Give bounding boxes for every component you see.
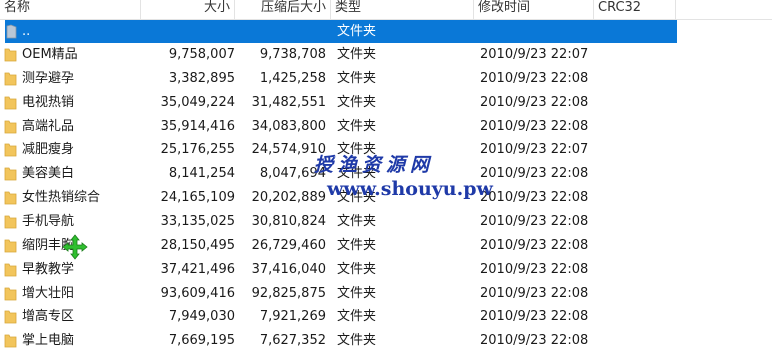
folder-size: 9,758,007 [168, 47, 235, 62]
parent-folder-label: .. [22, 24, 31, 39]
folder-row[interactable]: 增大壮阳 93,609,416 92,825,875 文件夹 2010/9/23 22:… [0, 282, 772, 305]
folder-type: 文件夹 [337, 237, 377, 253]
folder-modified: 2010/9/23 22:08 [480, 237, 589, 253]
folder-type: 文件夹 [337, 285, 377, 301]
folder-name: 掌上电脑 [22, 333, 75, 349]
parent-folder-type: 文件夹 [337, 24, 377, 39]
folder-name: 电视热销 [22, 94, 75, 110]
folder-type: 文件夹 [337, 47, 377, 62]
folder-icon [4, 310, 17, 324]
folder-row[interactable]: 缩阴丰胸 28,150,495 26,729,460 文件夹 2010/9/23 22:… [0, 234, 772, 257]
folder-modified: 2010/9/23 22:08 [480, 285, 589, 301]
folder-size: 24,165,109 [160, 190, 235, 206]
folder-name: 手机导航 [22, 213, 75, 229]
folder-icon [4, 239, 17, 253]
folder-size: 33,135,025 [160, 213, 235, 229]
folder-size: 7,669,195 [168, 333, 235, 349]
folder-row[interactable]: 测孕避孕 3,382,895 1,425,258 文件夹 2010/9/23 22:08 [0, 67, 772, 90]
column-header-name[interactable]: 名称 [0, 0, 141, 19]
column-header-size[interactable]: 大小 [141, 0, 235, 19]
folder-row[interactable]: 增高专区 7,949,030 7,921,269 文件夹 2010/9/23 22:08 [0, 305, 772, 328]
parent-folder-row[interactable]: .. 文件夹 [0, 20, 772, 43]
folder-name: 减肥瘦身 [22, 142, 75, 158]
folder-icon [4, 96, 17, 110]
folder-type: 文件夹 [337, 213, 377, 229]
folder-icon [4, 72, 17, 86]
folder-packed-size: 92,825,875 [251, 285, 326, 301]
folder-packed-size: 30,810,824 [251, 213, 326, 229]
move-cursor-icon [62, 234, 88, 260]
folder-packed-size: 31,482,551 [251, 94, 326, 110]
folder-type: 文件夹 [337, 118, 377, 134]
folder-size: 8,141,254 [168, 166, 235, 182]
folder-icon [4, 215, 17, 229]
column-header-bar: 名称 大小 压缩后大小 类型 修改时间 CRC32 [0, 0, 772, 20]
folder-type: 文件夹 [337, 261, 377, 277]
folder-name: 早教教学 [22, 261, 75, 277]
folder-modified: 2010/9/23 22:08 [480, 70, 589, 86]
folder-name: OEM精品 [22, 47, 78, 62]
folder-icon [4, 263, 17, 277]
folder-size: 7,949,030 [168, 309, 235, 325]
folder-modified: 2010/9/23 22:08 [480, 94, 589, 110]
folder-row[interactable]: 掌上电脑 7,669,195 7,627,352 文件夹 2010/9/23 22:08 [0, 329, 772, 352]
folder-packed-size: 26,729,460 [251, 237, 326, 253]
folder-size: 35,049,224 [160, 94, 235, 110]
folder-icon [4, 334, 17, 348]
folder-packed-size: 1,425,258 [259, 70, 326, 86]
folder-name: 测孕避孕 [22, 70, 75, 86]
folder-modified: 2010/9/23 22:08 [480, 213, 589, 229]
folder-packed-size: 7,921,269 [259, 309, 326, 325]
folder-icon [4, 167, 17, 181]
folder-type: 文件夹 [337, 94, 377, 110]
column-header-packed-size[interactable]: 压缩后大小 [235, 0, 331, 19]
folder-modified: 2010/9/23 22:08 [480, 261, 589, 277]
folder-modified: 2010/9/23 22:08 [480, 309, 589, 325]
folder-icon [4, 287, 17, 300]
column-header-type[interactable]: 类型 [331, 0, 474, 19]
folder-packed-size: 34,083,800 [251, 118, 326, 134]
folder-name: 美容美白 [22, 166, 75, 182]
folder-name: 女性热销综合 [22, 190, 101, 206]
folder-packed-size: 7,627,352 [259, 333, 326, 349]
folder-packed-size: 37,416,040 [251, 261, 326, 277]
folder-modified: 2010/9/23 22:07 [480, 47, 589, 62]
folder-name: 增高专区 [22, 309, 75, 325]
folder-size: 93,609,416 [160, 285, 235, 301]
watermark-url: www.shouyu.pw [327, 178, 493, 200]
folder-size: 28,150,495 [160, 237, 235, 253]
folder-size: 25,176,255 [160, 142, 235, 158]
folder-type: 文件夹 [337, 309, 377, 325]
folder-icon [4, 120, 17, 133]
folder-modified: 2010/9/23 22:08 [480, 333, 589, 349]
watermark: 授渔资源网 www.shouyu.pw [290, 150, 550, 210]
folder-size: 3,382,895 [168, 70, 235, 86]
folder-packed-size: 9,738,708 [259, 47, 326, 62]
folder-size: 37,421,496 [160, 261, 235, 277]
folder-size: 35,914,416 [160, 118, 235, 134]
column-header-modified[interactable]: 修改时间 [474, 0, 594, 19]
folder-icon [4, 191, 17, 205]
folder-row[interactable]: 电视热销 35,049,224 31,482,551 文件夹 2010/9/23 22:… [0, 91, 772, 114]
folder-icon [4, 48, 17, 62]
folder-row[interactable]: 早教教学 37,421,496 37,416,040 文件夹 2010/9/23 22:… [0, 258, 772, 281]
folder-type: 文件夹 [337, 333, 377, 349]
folder-name: 增大壮阳 [22, 285, 75, 301]
folder-row[interactable]: 高端礼品 35,914,416 34,083,800 文件夹 2010/9/23 22:… [0, 115, 772, 138]
folder-row[interactable]: OEM精品 9,758,007 9,738,708 文件夹 2010/9/23 22:0… [0, 43, 772, 66]
folder-name: 高端礼品 [22, 118, 75, 134]
folder-type: 文件夹 [337, 70, 377, 86]
folder-icon [4, 143, 17, 157]
parent-folder-icon [6, 24, 17, 39]
folder-row[interactable]: 手机导航 33,135,025 30,810,824 文件夹 2010/9/23 22:… [0, 210, 772, 233]
column-header-crc32[interactable]: CRC32 [594, 0, 676, 19]
watermark-site-name: 授渔资源网 [314, 154, 435, 176]
folder-modified: 2010/9/23 22:08 [480, 118, 589, 134]
